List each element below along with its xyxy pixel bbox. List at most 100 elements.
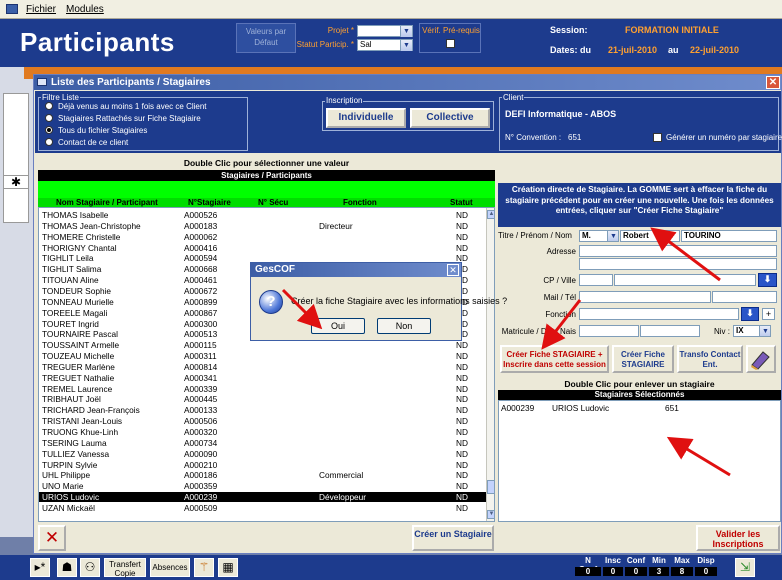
prenom-input[interactable]: Robert bbox=[620, 230, 680, 242]
table-icon[interactable]: ▦ bbox=[218, 558, 238, 577]
filter-option-rattaches[interactable]: Stagiaires Rattachés sur Fiche Stagiaire bbox=[45, 114, 245, 124]
table-row[interactable]: TREGUER Marlène A000814 ND bbox=[39, 362, 487, 372]
creer-inscrire-button[interactable]: Créer Fiche STAGIAIRE + Inscrire dans ce… bbox=[500, 345, 609, 373]
table-row[interactable]: TOUZEAU Michelle A000311 ND bbox=[39, 351, 487, 361]
stagiaires-list[interactable]: THOMAS Isabelle A000526 ND THOMAS Jean-Chri… bbox=[38, 207, 495, 522]
cell-numero: A000115 bbox=[184, 340, 217, 351]
statut-select[interactable]: Sal ▼ bbox=[357, 39, 413, 51]
table-row[interactable]: TRISTANI Jean-Louis A000506 ND bbox=[39, 416, 487, 426]
menu-fichier[interactable]: Fichier bbox=[26, 4, 56, 15]
radio-button-selected[interactable] bbox=[45, 126, 53, 134]
tel-input[interactable] bbox=[712, 291, 777, 303]
window-close-button[interactable]: ✕ bbox=[766, 76, 780, 89]
titre-select[interactable]: M. ▼ bbox=[579, 230, 619, 242]
radio-button[interactable] bbox=[45, 114, 53, 122]
magic-wand-icon[interactable]: ⚚ bbox=[194, 558, 214, 577]
table-row[interactable]: TREGUET Nathalie A000341 ND bbox=[39, 373, 487, 383]
chevron-down-icon[interactable]: ▼ bbox=[759, 326, 770, 336]
projet-select[interactable]: ▼ bbox=[357, 25, 413, 37]
table-row[interactable]: TULLIEZ Vanessa A000090 ND bbox=[39, 449, 487, 459]
adresse-input-1[interactable] bbox=[579, 245, 777, 257]
filter-option-contact[interactable]: Contact de ce client bbox=[45, 138, 245, 148]
ville-dropdown-arrow-icon[interactable]: ⬇ bbox=[758, 273, 777, 287]
cell-nom: TREGUET Nathalie bbox=[42, 372, 115, 383]
table-row[interactable]: TRIBHAUT Joël A000445 ND bbox=[39, 394, 487, 404]
radio-button[interactable] bbox=[45, 138, 53, 146]
filter-option-label: Contact de ce client bbox=[58, 138, 129, 147]
nom-input[interactable]: TOURINO bbox=[681, 230, 777, 242]
scroll-down-icon[interactable]: ▼ bbox=[487, 510, 494, 519]
individuelle-button[interactable]: Individuelle bbox=[326, 108, 406, 128]
oui-button[interactable]: Oui bbox=[311, 318, 365, 334]
col-numero[interactable]: N°Stagiaire bbox=[188, 198, 231, 207]
organization-icon[interactable]: ⚇ bbox=[80, 558, 100, 577]
table-row[interactable]: TSERING Lauma A000734 ND bbox=[39, 438, 487, 448]
table-row[interactable]: TRICHARD Jean-François A000133 ND bbox=[39, 405, 487, 415]
collective-button[interactable]: Collective bbox=[410, 108, 490, 128]
scroll-up-icon[interactable]: ▲ bbox=[487, 210, 494, 219]
cp-input[interactable] bbox=[579, 274, 613, 286]
creer-stagiaire-button[interactable]: Créer un Stagiaire bbox=[412, 525, 494, 551]
absences-button[interactable]: Absences bbox=[150, 558, 190, 577]
cell-statut: ND bbox=[456, 405, 468, 416]
niv-select[interactable]: IX ▼ bbox=[733, 325, 771, 337]
contact-card-icon[interactable]: ☗ bbox=[57, 558, 77, 577]
date-naissance-input[interactable] bbox=[640, 325, 700, 337]
new-record-icon[interactable]: ▸* bbox=[30, 558, 50, 577]
table-row[interactable]: UHL Philippe A000186 Commercial ND bbox=[39, 470, 487, 480]
table-row[interactable]: UNO Marie A000359 ND bbox=[39, 481, 487, 491]
col-secu[interactable]: N° Sécu bbox=[258, 198, 288, 207]
chevron-down-icon[interactable]: ▼ bbox=[400, 26, 412, 37]
valeurs-defaut-box[interactable]: Valeurs par Défaut bbox=[236, 23, 296, 53]
exit-door-icon[interactable]: ⇲ bbox=[735, 558, 755, 577]
col-nom[interactable]: Nom Stagiaire / Participant bbox=[56, 198, 158, 207]
page-title: Participants bbox=[20, 27, 175, 57]
add-fonction-icon[interactable]: + bbox=[762, 308, 775, 320]
ville-input[interactable] bbox=[614, 274, 756, 286]
table-row[interactable]: URIOS Ludovic A000239 Développeur ND bbox=[39, 492, 487, 503]
fonction-input[interactable] bbox=[579, 308, 739, 320]
dialog-titlebar[interactable]: GesCOF bbox=[251, 263, 461, 277]
table-row[interactable]: UZAN Mickaël A000509 ND bbox=[39, 503, 487, 513]
matricule-input[interactable] bbox=[579, 325, 639, 337]
chevron-down-icon[interactable]: ▼ bbox=[400, 40, 412, 51]
col-fonction[interactable]: Fonction bbox=[343, 198, 377, 207]
table-row[interactable]: THOMAS Jean-Christophe A000183 Directeur ND bbox=[39, 221, 487, 231]
table-row[interactable]: THOMERE Christelle A000062 ND bbox=[39, 232, 487, 242]
filter-option-deja-venus[interactable]: Déjà venus au moins 1 fois avec ce Clien… bbox=[45, 102, 245, 112]
adresse-input-2[interactable] bbox=[579, 258, 777, 270]
table-row[interactable]: TOUSSAINT Armelle A000115 ND bbox=[39, 340, 487, 350]
window-titlebar[interactable]: Liste des Participants / Stagiaires bbox=[34, 75, 781, 90]
eraser-icon[interactable] bbox=[746, 345, 776, 373]
filter-option-tous[interactable]: Tous du fichier Stagiaires bbox=[45, 126, 245, 136]
transfo-contact-button[interactable]: Transfo Contact Ent. bbox=[677, 345, 743, 373]
cell-nom: THORIGNY Chantal bbox=[42, 242, 117, 253]
valider-inscriptions-button[interactable]: Valider les Inscriptions bbox=[696, 525, 780, 551]
table-row[interactable]: TURPIN Sylvie A000210 ND bbox=[39, 460, 487, 470]
app-system-icon[interactable] bbox=[6, 4, 18, 14]
selected-row[interactable]: A000239 URIOS Ludovic 651 bbox=[499, 403, 780, 413]
selected-stagiaires-list[interactable]: A000239 URIOS Ludovic 651 bbox=[498, 400, 781, 522]
scroll-thumb[interactable] bbox=[487, 480, 494, 494]
creer-fiche-button[interactable]: Créer Fiche STAGIAIRE bbox=[612, 345, 674, 373]
col-statut[interactable]: Statut bbox=[450, 198, 473, 207]
generer-checkbox[interactable] bbox=[653, 133, 662, 142]
list-scrollbar[interactable]: ▲ ▼ bbox=[486, 208, 494, 521]
dialog-close-icon[interactable]: ✕ bbox=[447, 264, 459, 276]
new-record-icon[interactable]: ✱ bbox=[3, 175, 29, 189]
transfert-copie-button[interactable]: Transfert Copie bbox=[104, 558, 146, 578]
chevron-down-icon[interactable]: ▼ bbox=[607, 231, 618, 241]
verif-checkbox[interactable] bbox=[446, 39, 455, 48]
fonction-dropdown-arrow-icon[interactable]: ⬇ bbox=[741, 307, 759, 321]
menu-modules[interactable]: Modules bbox=[66, 4, 104, 15]
radio-button[interactable] bbox=[45, 102, 53, 110]
mail-input[interactable] bbox=[579, 291, 711, 303]
table-row[interactable]: THORIGNY Chantal A000416 ND bbox=[39, 243, 487, 253]
delete-x-icon[interactable]: ✕ bbox=[38, 525, 66, 551]
non-button[interactable]: Non bbox=[377, 318, 431, 334]
table-row[interactable]: THOMAS Isabelle A000526 ND bbox=[39, 210, 487, 220]
table-row[interactable]: TRUONG Khue-Linh A000320 ND bbox=[39, 427, 487, 437]
remove-hint: Double Clic pour enlever un stagiaire bbox=[564, 379, 715, 389]
cell-statut: ND bbox=[456, 361, 468, 372]
table-row[interactable]: TREMEL Laurence A000339 ND bbox=[39, 384, 487, 394]
